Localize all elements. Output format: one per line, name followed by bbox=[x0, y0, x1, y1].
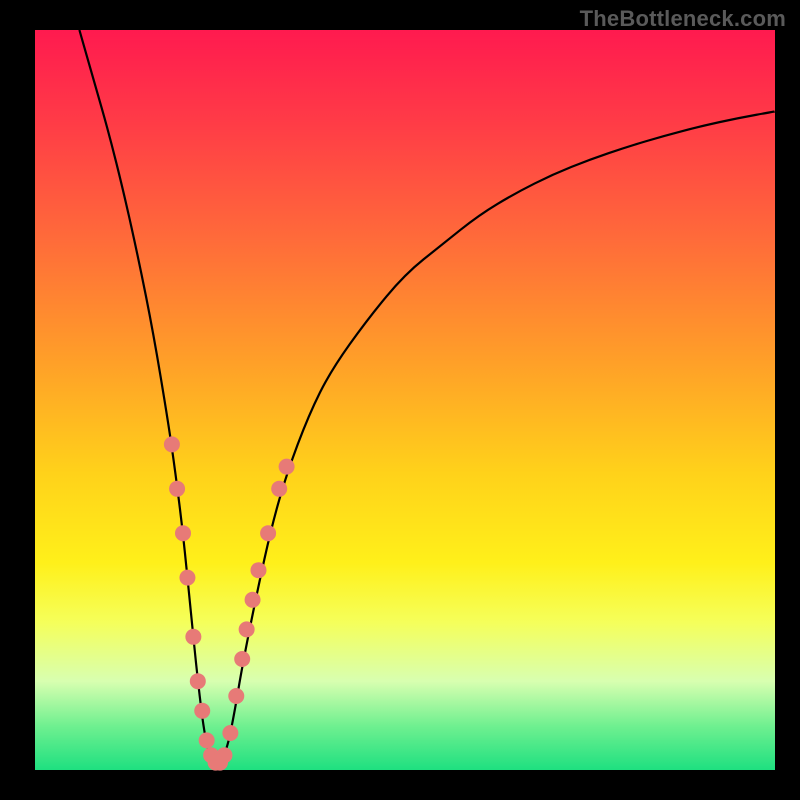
watermark-text: TheBottleneck.com bbox=[580, 6, 786, 32]
plot-area bbox=[35, 30, 775, 770]
chart-container: TheBottleneck.com bbox=[0, 0, 800, 800]
